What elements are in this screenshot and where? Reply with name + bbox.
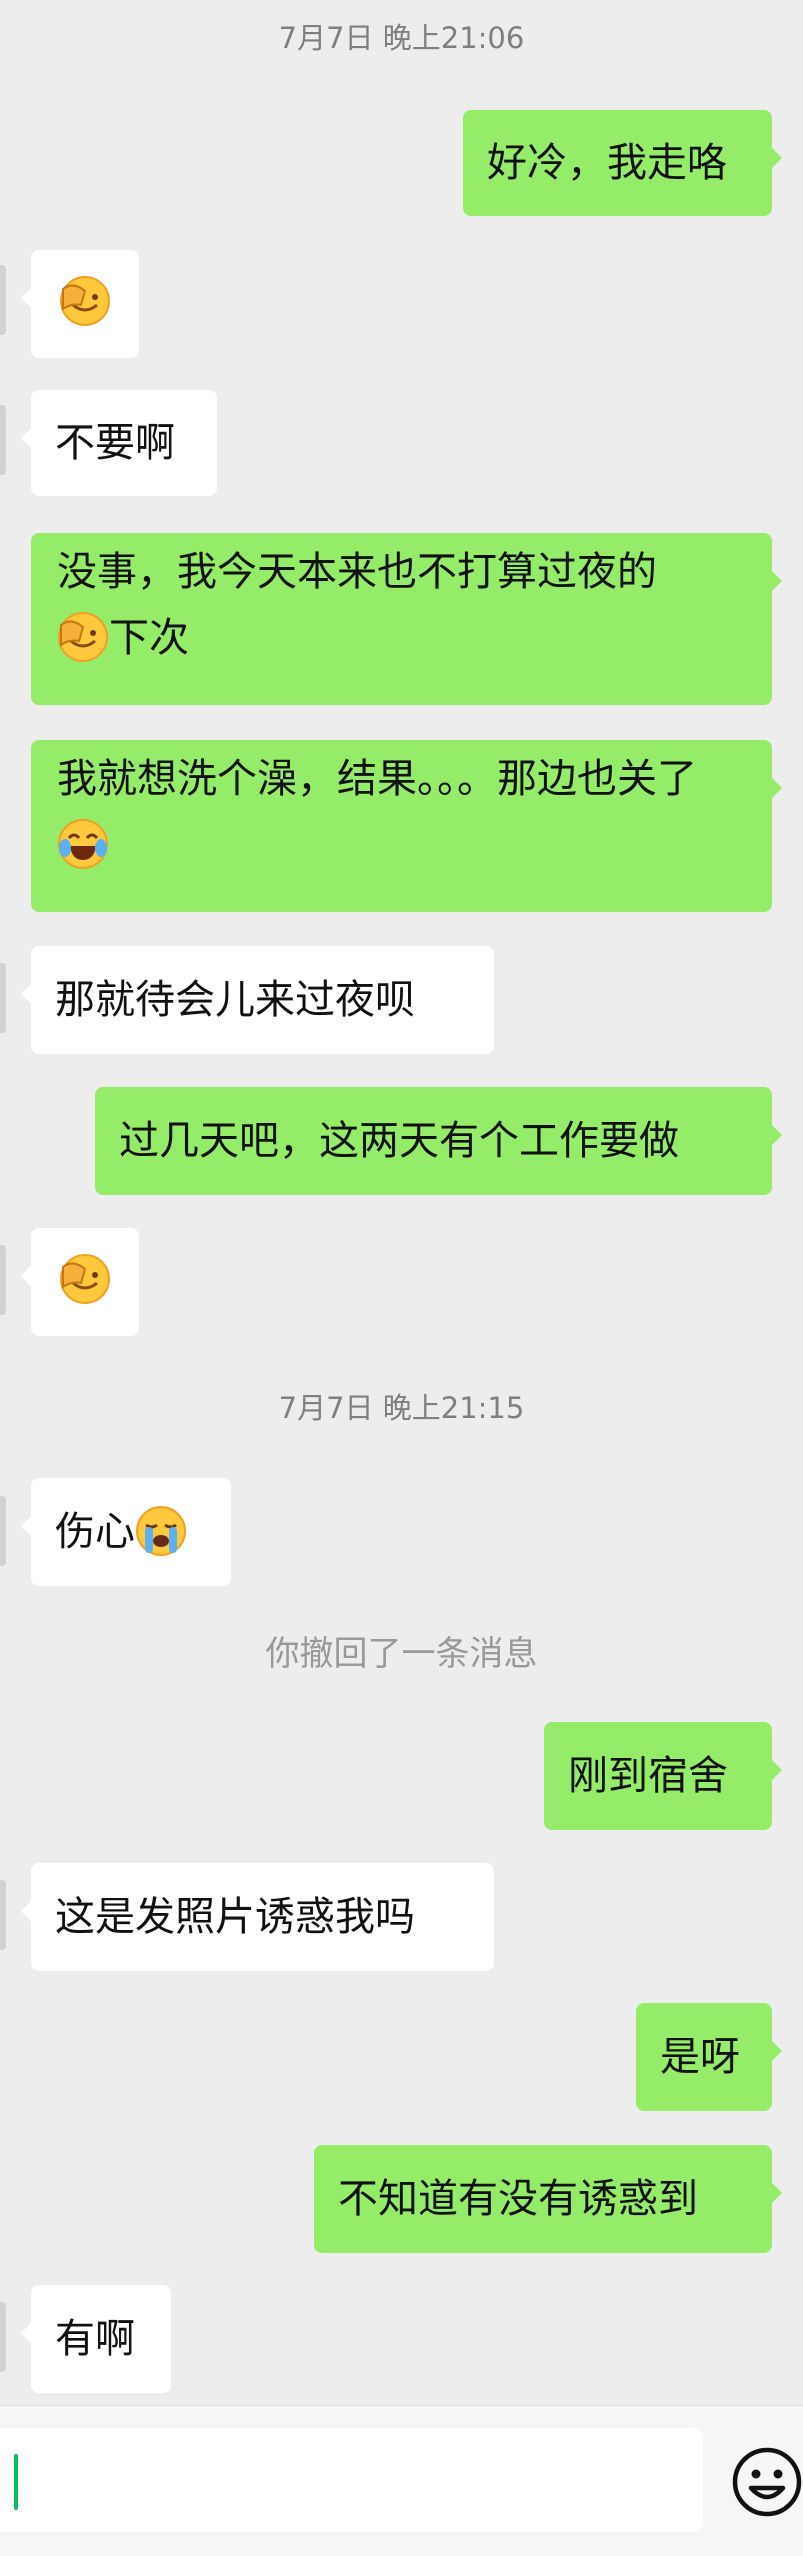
message-text: 那就待会儿来过夜呗 <box>55 977 415 1023</box>
text-caret <box>14 2454 18 2510</box>
message-bubble-incoming[interactable]: 不要啊 <box>21 390 217 496</box>
facepalm-emoji-icon <box>59 1253 111 1305</box>
avatar[interactable] <box>0 1245 6 1315</box>
avatar[interactable] <box>0 1880 6 1950</box>
message-bubble-incoming[interactable]: 有啊 <box>21 2285 171 2393</box>
message-bubble-outgoing[interactable]: 过几天吧，这两天有个工作要做 <box>95 1087 782 1195</box>
message-bubble-outgoing[interactable]: 没事，我今天本来也不打算过夜的 下次 <box>31 533 782 705</box>
message-text: 过几天吧，这两天有个工作要做 <box>119 1118 679 1164</box>
message-text: 不要啊 <box>55 420 175 466</box>
message-text: 是呀 <box>660 2034 740 2080</box>
loudly-crying-emoji-icon <box>135 1505 187 1557</box>
facepalm-emoji-icon <box>59 275 111 327</box>
facepalm-emoji-icon <box>57 611 109 663</box>
message-text: 不知道有没有诱惑到 <box>338 2176 698 2222</box>
message-text-line: 下次 <box>57 605 750 671</box>
message-text: 好冷，我走咯 <box>487 140 727 186</box>
avatar[interactable] <box>0 405 6 475</box>
message-bubble-outgoing[interactable]: 我就想洗个澡，结果。。。那边也关了 <box>31 740 782 912</box>
message-bubble-outgoing[interactable]: 不知道有没有诱惑到 <box>314 2145 782 2253</box>
message-bubble-incoming[interactable]: 那就待会儿来过夜呗 <box>21 946 494 1054</box>
avatar[interactable] <box>0 963 6 1033</box>
message-bubble-outgoing[interactable]: 刚到宿舍 <box>544 1722 782 1830</box>
message-bubble-incoming[interactable] <box>21 250 139 358</box>
message-timestamp: 7月7日 晚上21:06 <box>278 21 525 55</box>
chat-input-bar <box>0 2405 803 2556</box>
avatar[interactable] <box>0 265 6 335</box>
message-text-line: 我就想洗个澡，结果。。。那边也关了 <box>57 756 697 802</box>
message-input[interactable] <box>0 2428 703 2532</box>
message-bubble-outgoing[interactable]: 好冷，我走咯 <box>463 110 782 216</box>
system-message-recalled: 你撤回了一条消息 <box>265 1634 538 1674</box>
message-bubble-incoming[interactable] <box>21 1228 139 1336</box>
message-bubble-incoming[interactable]: 伤心 <box>21 1478 231 1586</box>
message-text: 伤心 <box>55 1509 135 1555</box>
message-text-line: 没事，我今天本来也不打算过夜的 <box>57 549 657 595</box>
message-text: 有啊 <box>55 2316 135 2362</box>
message-bubble-outgoing[interactable]: 是呀 <box>636 2003 782 2111</box>
avatar[interactable] <box>0 2302 6 2372</box>
tears-of-joy-emoji-icon <box>57 818 109 870</box>
message-text: 下次 <box>109 615 189 661</box>
smiley-face-icon[interactable] <box>731 2446 803 2518</box>
message-bubble-incoming[interactable]: 这是发照片诱惑我吗 <box>21 1863 494 1971</box>
chat-message-list[interactable]: 7月7日 晚上21:06 好冷，我走咯 不要啊 没事，我今天本来也不打算过夜的 … <box>0 0 803 2405</box>
message-timestamp: 7月7日 晚上21:15 <box>278 1391 525 1425</box>
avatar[interactable] <box>0 1496 6 1566</box>
message-text: 刚到宿舍 <box>568 1753 728 1799</box>
message-text: 这是发照片诱惑我吗 <box>55 1894 415 1940</box>
message-text-line <box>57 812 750 878</box>
